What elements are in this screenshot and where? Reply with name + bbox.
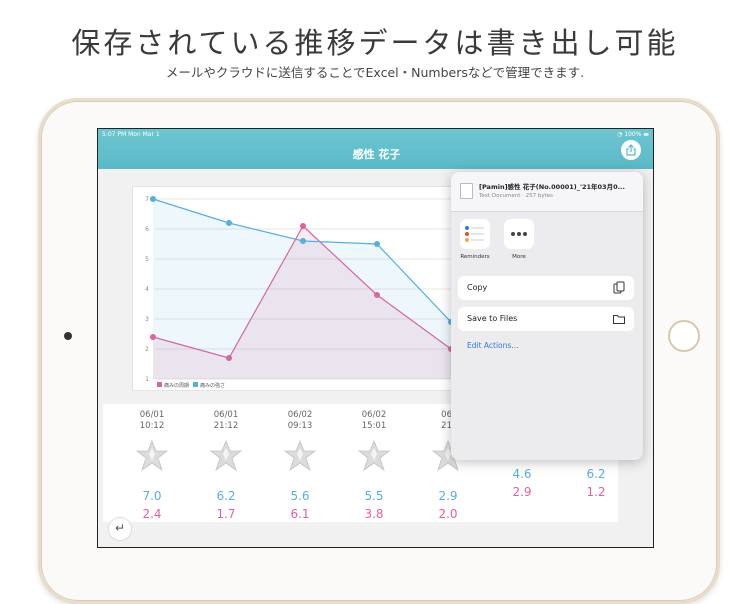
- status-time: 5:07 PM Mon Mar 1: [102, 131, 160, 138]
- ipad-camera: [64, 332, 72, 340]
- y-tick-label: 4: [145, 286, 149, 293]
- copy-label: Copy: [467, 283, 488, 292]
- data-point: [226, 220, 232, 226]
- strength-value: 2.9: [438, 489, 458, 503]
- document-title: [Pamin]感性 花子(No.00001)_'21年03月0...: [479, 183, 625, 191]
- cycle-value: 2.0: [438, 507, 458, 521]
- column-date: 06/02: [287, 410, 313, 420]
- reminders-label: Reminders: [460, 254, 490, 260]
- legend-swatch: [193, 382, 198, 387]
- home-button[interactable]: [668, 320, 700, 352]
- strength-value: 5.5: [364, 489, 384, 503]
- table-column[interactable]: 06/02 09:13 5.6 6.1: [275, 410, 325, 521]
- return-button[interactable]: ↵: [108, 517, 132, 541]
- save-to-files-label: Save to Files: [467, 314, 518, 323]
- data-point: [300, 238, 306, 244]
- text-document-icon: [460, 183, 473, 199]
- column-time: 09:13: [287, 421, 313, 431]
- copy-icon: [613, 281, 625, 294]
- cycle-value: 2.4: [142, 507, 162, 521]
- y-tick-label: 1: [145, 376, 149, 383]
- y-tick-label: 3: [145, 316, 149, 323]
- column-time: 10:12: [139, 421, 165, 431]
- copy-action[interactable]: Copy: [458, 276, 634, 300]
- nav-bar: 5:07 PM Mon Mar 1 ◔ 100% ▬ 感性 花子: [98, 129, 653, 169]
- legend-label: 痛みの周期: [164, 382, 189, 389]
- legend-swatch: [157, 382, 162, 387]
- crystal-icon: [283, 439, 317, 472]
- legend-label: 痛みの強さ: [200, 382, 225, 389]
- share-sheet: [Pamin]感性 花子(No.00001)_'21年03月0... Text …: [451, 172, 643, 460]
- wifi-icon: ◔: [617, 131, 623, 138]
- strength-value: 6.2: [586, 467, 606, 481]
- y-tick-label: 2: [145, 346, 149, 353]
- cycle-value: 2.9: [512, 485, 532, 499]
- cycle-value: 3.8: [364, 507, 384, 521]
- table-column[interactable]: 06/01 10:12 7.0 2.4: [127, 410, 177, 521]
- strength-value: 5.6: [290, 489, 310, 503]
- table-column[interactable]: 06/02 15:01 5.5 3.8: [349, 410, 399, 521]
- share-sheet-header: [Pamin]感性 花子(No.00001)_'21年03月0... Text …: [451, 172, 643, 212]
- data-point: [300, 223, 306, 229]
- save-to-files-action[interactable]: Save to Files: [458, 307, 634, 331]
- column-time: 21:12: [213, 421, 239, 431]
- reminders-app-button[interactable]: [460, 219, 490, 249]
- promo-subline: メールやクラウドに送信することでExcel・Numbersなどで管理できます.: [165, 65, 585, 80]
- crystal-icon: [135, 439, 169, 472]
- return-icon: ↵: [114, 521, 126, 535]
- more-app-button[interactable]: [504, 219, 534, 249]
- more-label: More: [512, 254, 526, 260]
- crystal-icon: [209, 439, 243, 472]
- column-date: 06/02: [361, 410, 387, 420]
- strength-value: 7.0: [142, 489, 162, 503]
- strength-value: 4.6: [512, 467, 532, 481]
- table-column[interactable]: 06/01 21:12 6.2 1.7: [201, 410, 251, 521]
- data-point: [150, 196, 156, 202]
- data-point: [374, 241, 380, 247]
- battery-icon: ▬: [643, 131, 649, 138]
- page-title: 感性 花子: [352, 148, 401, 161]
- y-tick-label: 7: [145, 196, 149, 203]
- document-subtitle: Text Document · 257 bytes: [479, 193, 554, 199]
- cycle-value: 1.7: [216, 507, 236, 521]
- column-date: 06/01: [139, 410, 165, 420]
- y-tick-label: 5: [145, 256, 149, 263]
- crystal-icon: [357, 439, 391, 472]
- promo-headline: 保存されている推移データは書き出し可能: [71, 26, 679, 60]
- share-icon: [626, 144, 636, 156]
- folder-icon: [613, 315, 625, 324]
- strength-value: 6.2: [216, 489, 236, 503]
- cycle-value: 6.1: [290, 507, 310, 521]
- y-tick-label: 6: [145, 226, 149, 233]
- app-screen: 5:07 PM Mon Mar 1 ◔ 100% ▬ 感性 花子 1 2 3 4 5 6 7…: [97, 128, 654, 548]
- share-button[interactable]: [621, 140, 641, 160]
- column-time: 15:01: [361, 421, 387, 431]
- more-icon: [511, 232, 527, 236]
- reminders-icon: [465, 226, 484, 242]
- status-battery: ◔ 100% ▬: [617, 131, 649, 138]
- edit-actions-link[interactable]: Edit Actions...: [467, 341, 518, 350]
- cycle-value: 1.2: [586, 485, 606, 499]
- battery-percent: 100%: [624, 131, 642, 138]
- column-date: 06/01: [213, 410, 239, 420]
